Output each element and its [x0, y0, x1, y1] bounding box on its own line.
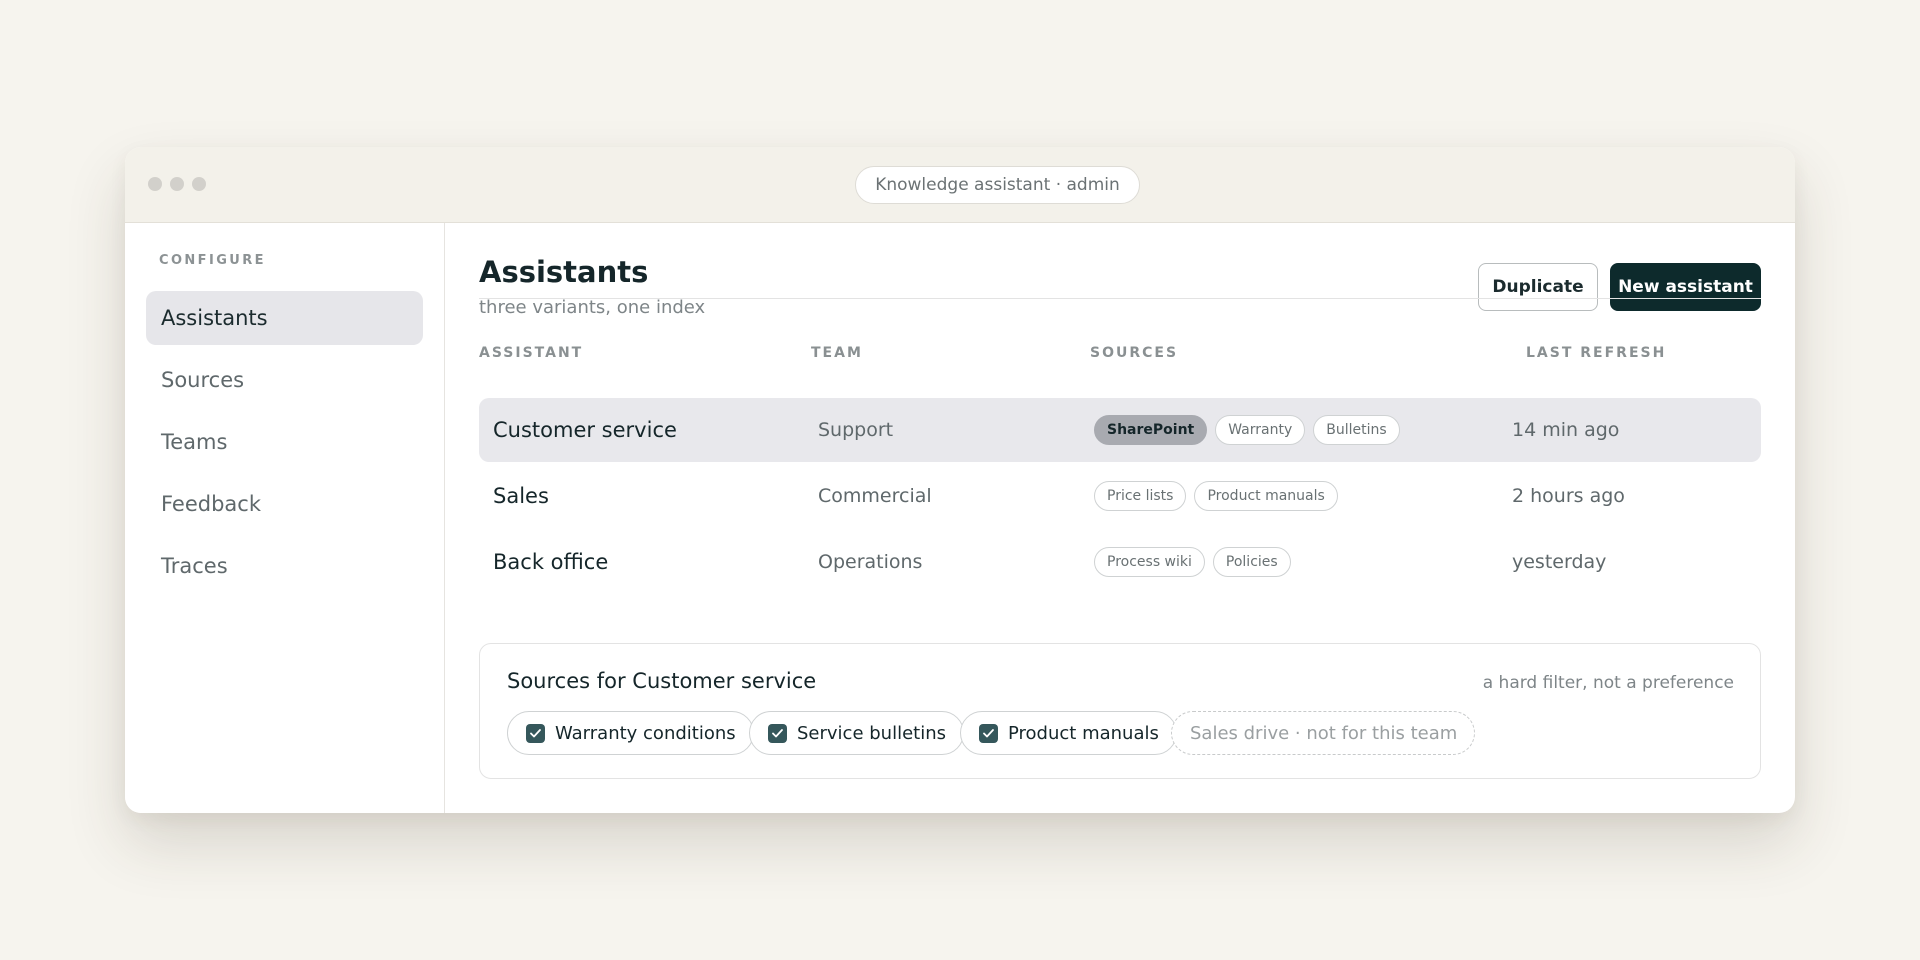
- chip-label: Service bulletins: [797, 722, 947, 744]
- header-divider: [479, 298, 1761, 299]
- source-tag[interactable]: Bulletins: [1313, 415, 1400, 445]
- sidebar: CONFIGURE Assistants Sources Teams Feedb…: [125, 223, 445, 813]
- last-refresh: 2 hours ago: [1512, 485, 1625, 507]
- source-checkbox-chip[interactable]: Warranty conditions: [507, 711, 754, 755]
- app-window: Knowledge assistant · admin CONFIGURE As…: [125, 147, 1795, 813]
- sources-panel-title: Sources for Customer service: [507, 669, 817, 693]
- sidebar-item-sources[interactable]: Sources: [146, 353, 423, 407]
- last-refresh: yesterday: [1512, 551, 1607, 573]
- new-assistant-button[interactable]: New assistant: [1610, 263, 1761, 311]
- sidebar-item-label: Traces: [161, 554, 228, 578]
- sidebar-item-label: Feedback: [161, 492, 262, 516]
- assistant-team: Commercial: [818, 485, 932, 507]
- sidebar-heading: CONFIGURE: [159, 253, 266, 268]
- window-maximize-dot[interactable]: [192, 177, 206, 191]
- sidebar-item-teams[interactable]: Teams: [146, 415, 423, 469]
- address-bar: Knowledge assistant · admin: [855, 166, 1140, 204]
- source-tag[interactable]: Policies: [1212, 547, 1291, 577]
- column-header-last-refresh[interactable]: LAST REFRESH: [1526, 345, 1666, 361]
- chip-label: Warranty conditions: [555, 722, 736, 744]
- source-tag[interactable]: Warranty: [1215, 415, 1306, 445]
- title-bar: Knowledge assistant · admin: [125, 147, 1795, 223]
- main-content: Assistants three variants, one index Dup…: [445, 223, 1795, 813]
- source-tag[interactable]: Product manuals: [1194, 481, 1338, 511]
- assistant-sources: Process wiki Policies: [1094, 530, 1291, 594]
- source-checkbox-chip[interactable]: Service bulletins: [749, 711, 965, 755]
- table-row[interactable]: Sales Commercial Price lists Product manual…: [479, 464, 1761, 528]
- window-close-dot[interactable]: [148, 177, 162, 191]
- duplicate-button[interactable]: Duplicate: [1478, 263, 1598, 311]
- assistant-sources: SharePoint Warranty Bulletins: [1094, 398, 1400, 462]
- sources-panel-note: a hard filter, not a preference: [1482, 673, 1734, 693]
- sidebar-item-feedback[interactable]: Feedback: [146, 477, 423, 531]
- last-refresh: 14 min ago: [1512, 419, 1620, 441]
- window-title: Knowledge assistant · admin: [875, 175, 1120, 195]
- assistant-team: Operations: [818, 551, 923, 573]
- source-tag[interactable]: SharePoint: [1094, 415, 1208, 445]
- assistant-team: Support: [818, 419, 894, 441]
- column-header-sources[interactable]: SOURCES: [1090, 345, 1178, 361]
- window-minimize-dot[interactable]: [170, 177, 184, 191]
- sidebar-item-label: Sources: [161, 368, 245, 392]
- checkbox-checked-icon[interactable]: [526, 723, 545, 743]
- sidebar-item-label: Teams: [161, 430, 228, 454]
- page-title: Assistants: [479, 255, 649, 289]
- chip-label: Sales drive · not for this team: [1190, 722, 1458, 744]
- source-checkbox-chip[interactable]: Product manuals: [960, 711, 1177, 755]
- excluded-source-chip[interactable]: Sales drive · not for this team: [1171, 711, 1476, 755]
- column-header-assistant[interactable]: ASSISTANT: [479, 345, 583, 361]
- sidebar-item-label: Assistants: [161, 306, 268, 330]
- source-tag[interactable]: Process wiki: [1094, 547, 1205, 577]
- assistant-sources: Price lists Product manuals: [1094, 464, 1338, 528]
- sidebar-item-assistants[interactable]: Assistants: [146, 291, 423, 345]
- column-header-team[interactable]: TEAM: [811, 345, 863, 361]
- assistant-name: Sales: [493, 484, 549, 508]
- page-subtitle: three variants, one index: [479, 297, 706, 318]
- assistant-name: Back office: [493, 550, 609, 574]
- source-tag[interactable]: Price lists: [1094, 481, 1187, 511]
- checkbox-checked-icon[interactable]: [979, 723, 998, 743]
- checkbox-checked-icon[interactable]: [768, 723, 787, 743]
- table-row[interactable]: Customer service Support SharePoint Warrant…: [479, 398, 1761, 462]
- chip-label: Product manuals: [1008, 722, 1159, 744]
- sidebar-item-traces[interactable]: Traces: [146, 539, 423, 593]
- assistant-name: Customer service: [493, 418, 677, 442]
- table-row[interactable]: Back office Operations Process wiki Policie…: [479, 530, 1761, 594]
- sources-panel: Sources for Customer service a hard filte…: [479, 643, 1761, 779]
